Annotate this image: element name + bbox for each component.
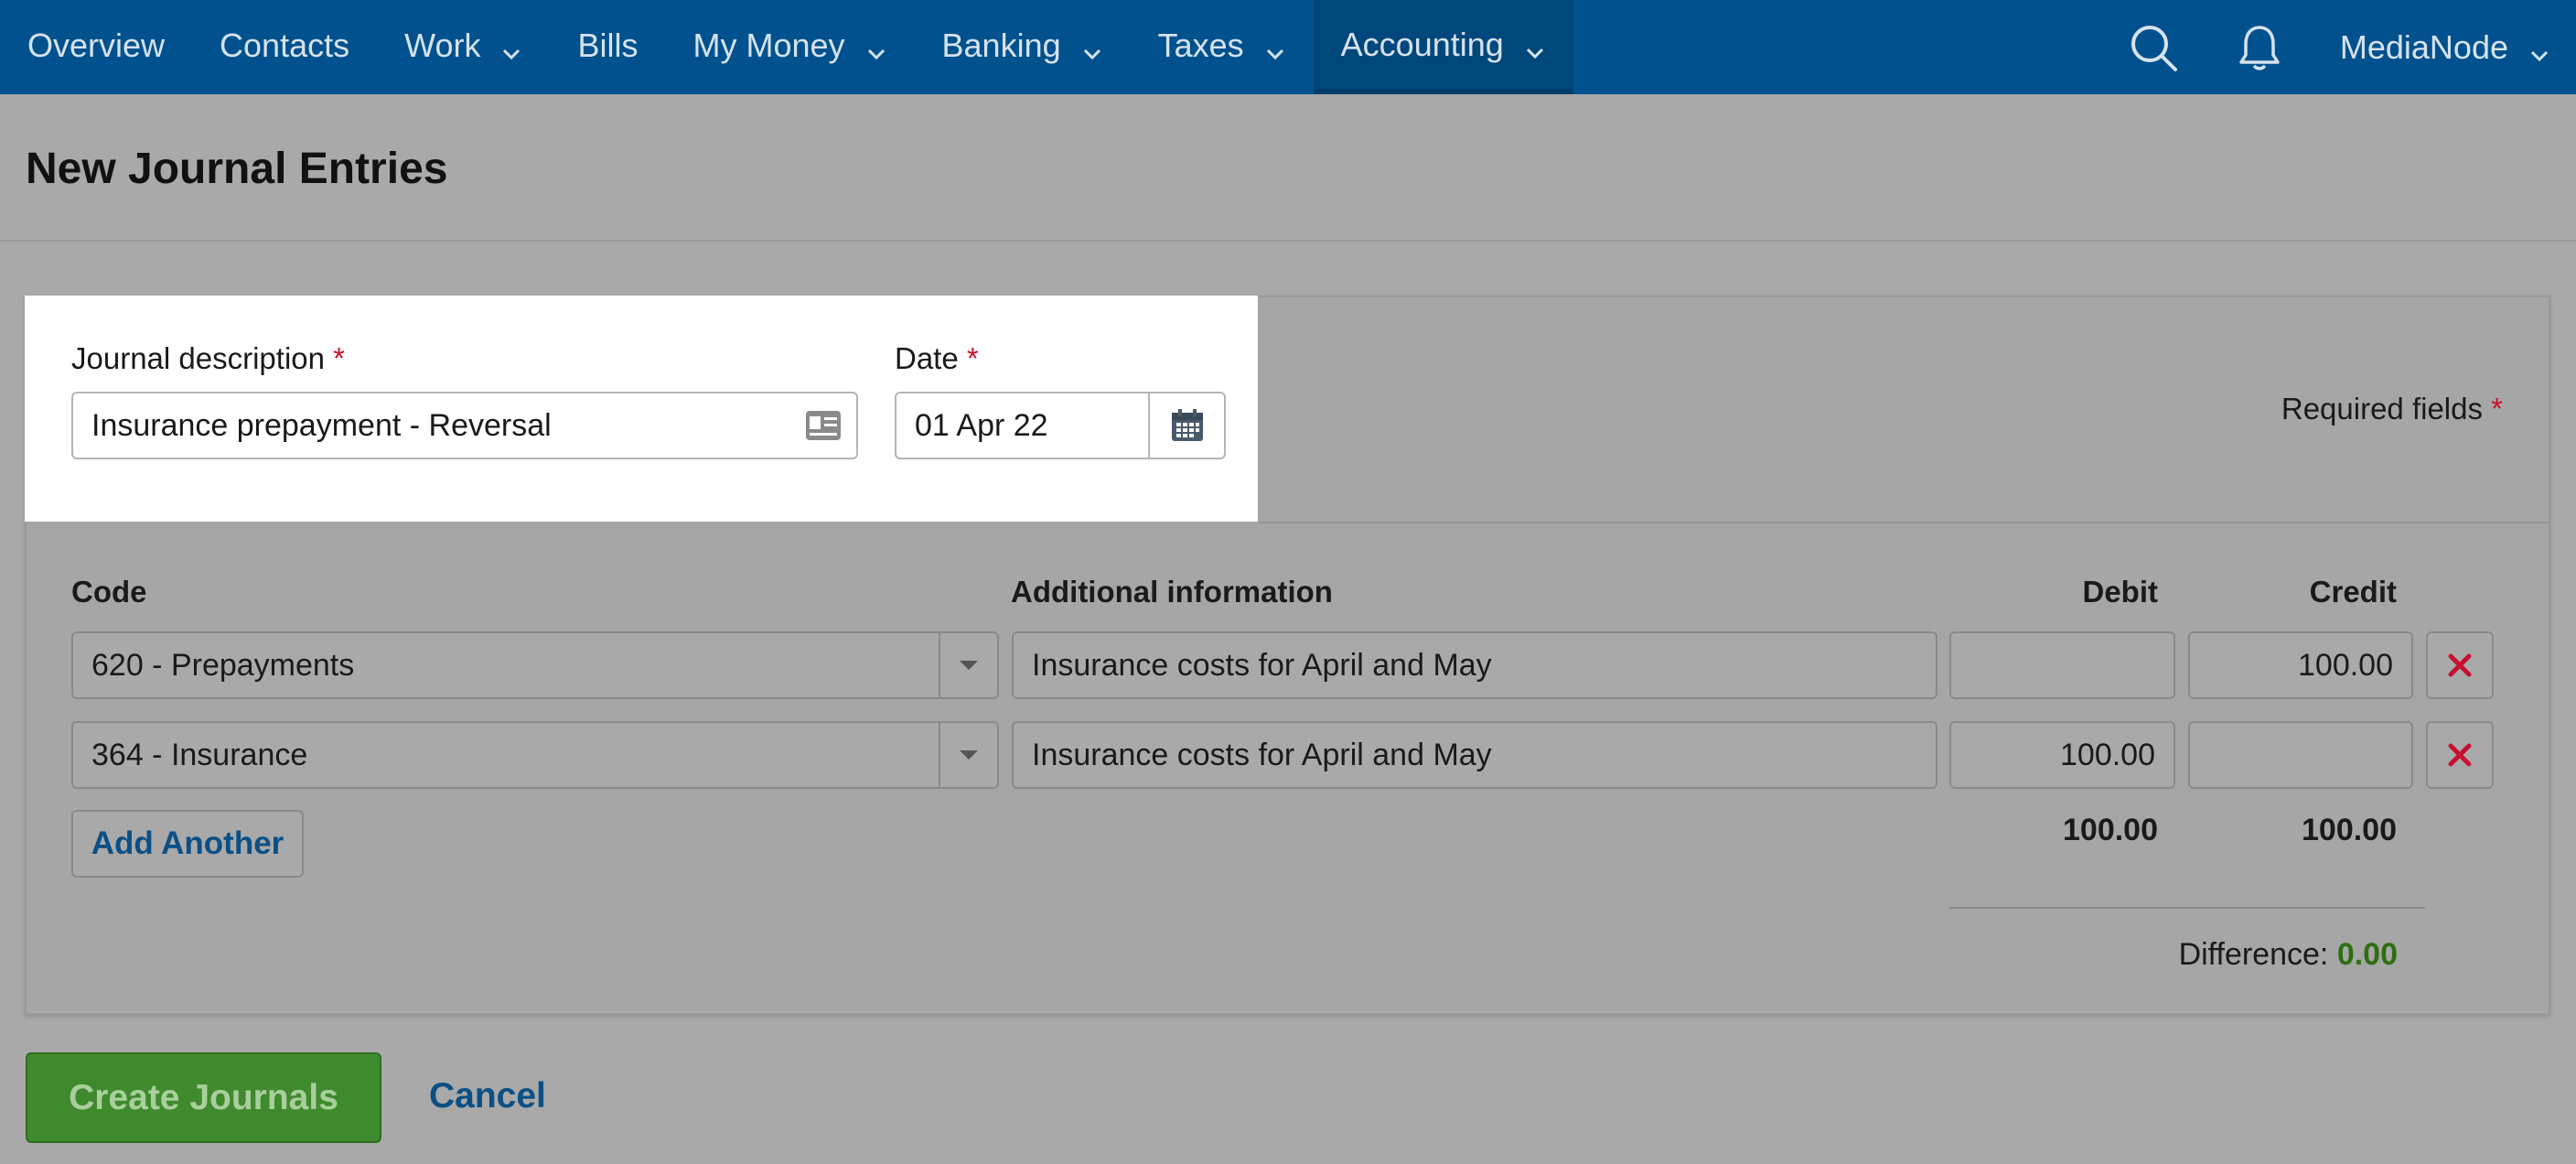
nav-work-label: Work [404, 27, 481, 64]
required-marker: * [966, 341, 979, 375]
total-credit: 100.00 [2302, 813, 2397, 847]
nav-contacts[interactable]: Contacts [192, 0, 377, 92]
account-name: MediaNode [2339, 27, 2508, 66]
chevron-down-icon [500, 35, 522, 60]
credit-input[interactable]: 100.00 [2188, 631, 2413, 699]
required-note-text: Required fields [2281, 392, 2483, 426]
delete-row-button[interactable] [2426, 721, 2494, 789]
nav-banking[interactable]: Banking [915, 0, 1131, 92]
nav-banking-label: Banking [941, 27, 1061, 64]
code-value: 620 - Prepayments [91, 647, 355, 683]
chevron-down-icon [1081, 35, 1103, 60]
total-debit: 100.00 [2063, 813, 2158, 847]
info-header: Additional information [1011, 575, 1333, 609]
nav-accounting[interactable]: Accounting [1313, 0, 1573, 94]
search-icon[interactable] [2126, 20, 2181, 75]
nav-work[interactable]: Work [377, 0, 550, 92]
chevron-down-icon [1524, 34, 1546, 59]
date-value: 01 Apr 22 [915, 407, 1048, 443]
chevron-down-icon [865, 35, 887, 60]
divider [1258, 522, 2550, 523]
nav-accounting-label: Accounting [1340, 25, 1504, 63]
required-marker: * [333, 341, 346, 375]
info-value: Insurance costs for April and May [1032, 737, 1492, 772]
caret-down-icon[interactable] [939, 723, 997, 787]
nav-contacts-label: Contacts [220, 27, 350, 64]
difference: Difference: 0.00 [2179, 937, 2398, 973]
difference-label: Difference: [2178, 937, 2329, 972]
calendar-icon[interactable] [1148, 393, 1224, 458]
info-input[interactable]: Insurance costs for April and May [1012, 721, 1937, 789]
info-input[interactable]: Insurance costs for April and May [1012, 631, 1937, 699]
credit-value: 100.00 [2298, 647, 2393, 683]
code-header: Code [71, 575, 147, 609]
description-label-text: Journal description [71, 341, 325, 375]
code-select[interactable]: 364 - Insurance [71, 721, 999, 789]
nav-overview-label: Overview [27, 27, 166, 64]
required-marker: * [2491, 392, 2503, 426]
debit-input[interactable] [1949, 631, 2175, 699]
page-header: New Journal Entries [0, 94, 2576, 242]
description-value: Insurance prepayment - Reversal [91, 407, 552, 443]
debit-value: 100.00 [2060, 737, 2155, 772]
close-icon [2448, 653, 2472, 677]
credit-header: Credit [2309, 575, 2397, 609]
code-select[interactable]: 620 - Prepayments [71, 631, 999, 699]
chevron-down-icon [2528, 37, 2550, 61]
required-fields-note: Required fields * [2281, 392, 2503, 426]
caret-down-icon[interactable] [939, 633, 997, 697]
nav-my-money[interactable]: My Money [665, 0, 914, 92]
date-label-text: Date [895, 341, 959, 375]
difference-value: 0.00 [2336, 937, 2398, 972]
debit-header: Debit [2082, 575, 2159, 609]
create-journals-button[interactable]: Create Journals [26, 1052, 381, 1143]
add-another-button[interactable]: Add Another [71, 810, 304, 878]
description-input[interactable]: Insurance prepayment - Reversal [71, 392, 858, 459]
nav-taxes-label: Taxes [1157, 27, 1244, 64]
chevron-down-icon [1264, 35, 1286, 60]
credit-input[interactable] [2188, 721, 2413, 789]
info-value: Insurance costs for April and May [1032, 647, 1492, 683]
cancel-link[interactable]: Cancel [429, 1076, 546, 1116]
delete-row-button[interactable] [2426, 631, 2494, 699]
account-menu[interactable]: MediaNode [2313, 2, 2576, 93]
date-label: Date * [895, 341, 979, 376]
top-navigation: Overview Contacts Work Bills My Money Ba… [0, 0, 2576, 94]
nav-overview[interactable]: Overview [0, 0, 192, 92]
code-value: 364 - Insurance [91, 737, 308, 772]
nav-taxes[interactable]: Taxes [1131, 0, 1314, 92]
description-label: Journal description * [71, 341, 345, 376]
nav-bills[interactable]: Bills [550, 0, 665, 92]
close-icon [2448, 743, 2472, 767]
contact-card-icon[interactable] [803, 406, 843, 445]
nav-my-money-label: My Money [692, 27, 845, 64]
nav-bills-label: Bills [577, 27, 639, 64]
page-title: New Journal Entries [26, 145, 448, 193]
totals-divider [1949, 907, 2425, 909]
debit-input[interactable]: 100.00 [1949, 721, 2175, 789]
bell-icon[interactable] [2232, 20, 2287, 75]
